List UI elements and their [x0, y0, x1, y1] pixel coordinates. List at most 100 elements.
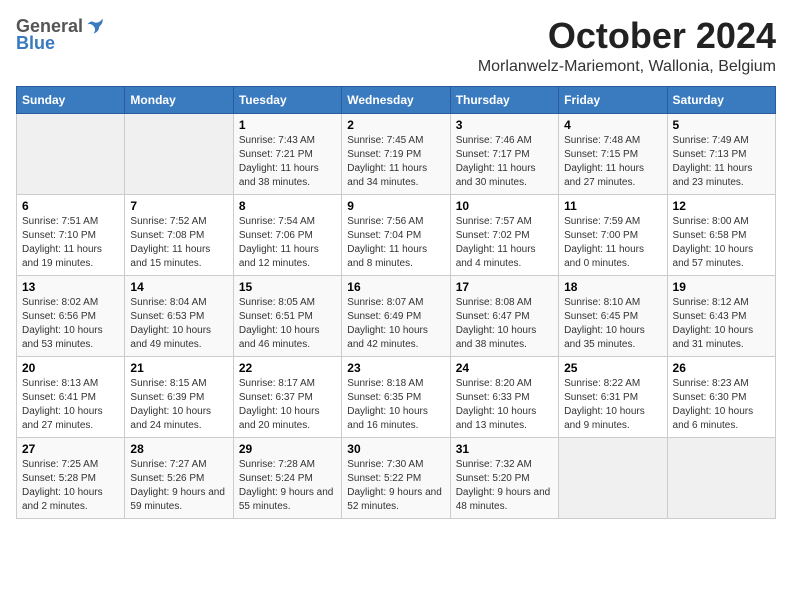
calendar-cell: 2Sunrise: 7:45 AMSunset: 7:19 PMDaylight…	[342, 113, 450, 194]
daylight-text: Daylight: 10 hours and 9 minutes.	[564, 405, 661, 433]
day-info: Sunrise: 7:52 AMSunset: 7:08 PMDaylight:…	[130, 215, 227, 271]
sunset-text: Sunset: 7:13 PM	[673, 148, 770, 162]
day-number: 8	[239, 199, 336, 213]
day-number: 25	[564, 361, 661, 375]
day-info: Sunrise: 8:12 AMSunset: 6:43 PMDaylight:…	[673, 296, 770, 352]
day-number: 19	[673, 280, 770, 294]
day-info: Sunrise: 7:48 AMSunset: 7:15 PMDaylight:…	[564, 134, 661, 190]
calendar-cell: 29Sunrise: 7:28 AMSunset: 5:24 PMDayligh…	[233, 437, 341, 518]
daylight-text: Daylight: 10 hours and 35 minutes.	[564, 324, 661, 352]
logo-bird-icon	[85, 16, 105, 36]
daylight-text: Daylight: 10 hours and 13 minutes.	[456, 405, 553, 433]
sunset-text: Sunset: 6:41 PM	[22, 391, 119, 405]
calendar-cell: 7 Sunrise: 7:52 AMSunset: 7:08 PMDaylight…	[125, 194, 233, 275]
sunset-text: Sunset: 7:10 PM	[22, 229, 119, 243]
day-number: 31	[456, 442, 553, 456]
daylight-text: Daylight: 11 hours and 23 minutes.	[673, 162, 770, 190]
weekday-header-wednesday: Wednesday	[342, 86, 450, 113]
day-info: Sunrise: 7:56 AMSunset: 7:04 PMDaylight:…	[347, 215, 444, 271]
day-info: Sunrise: 7:49 AMSunset: 7:13 PMDaylight:…	[673, 134, 770, 190]
daylight-text: Daylight: 10 hours and 2 minutes.	[22, 486, 119, 514]
calendar-cell: 14Sunrise: 8:04 AMSunset: 6:53 PMDayligh…	[125, 275, 233, 356]
calendar-cell: 10Sunrise: 7:57 AMSunset: 7:02 PMDayligh…	[450, 194, 558, 275]
day-number: 15	[239, 280, 336, 294]
daylight-text: Daylight: 10 hours and 53 minutes.	[22, 324, 119, 352]
calendar-cell: 16Sunrise: 8:07 AMSunset: 6:49 PMDayligh…	[342, 275, 450, 356]
calendar-week-2: 6Sunrise: 7:51 AMSunset: 7:10 PMDaylight…	[17, 194, 776, 275]
sunrise-text: Sunrise: 8:04 AM	[130, 296, 227, 310]
day-number: 7	[130, 199, 227, 213]
calendar-cell: 6Sunrise: 7:51 AMSunset: 7:10 PMDaylight…	[17, 194, 125, 275]
sunset-text: Sunset: 5:28 PM	[22, 472, 119, 486]
day-number: 16	[347, 280, 444, 294]
daylight-text: Daylight: 11 hours and 4 minutes.	[456, 243, 553, 271]
daylight-text: Daylight: 10 hours and 46 minutes.	[239, 324, 336, 352]
weekday-header-friday: Friday	[559, 86, 667, 113]
sunrise-text: Sunrise: 7:27 AM	[130, 458, 227, 472]
daylight-text: Daylight: 10 hours and 31 minutes.	[673, 324, 770, 352]
day-info: Sunrise: 8:22 AMSunset: 6:31 PMDaylight:…	[564, 377, 661, 433]
day-info: Sunrise: 8:15 AMSunset: 6:39 PMDaylight:…	[130, 377, 227, 433]
calendar-cell: 27Sunrise: 7:25 AMSunset: 5:28 PMDayligh…	[17, 437, 125, 518]
day-info: Sunrise: 8:10 AMSunset: 6:45 PMDaylight:…	[564, 296, 661, 352]
calendar-cell: 17 Sunrise: 8:08 AMSunset: 6:47 PMDayligh…	[450, 275, 558, 356]
sunset-text: Sunset: 6:33 PM	[456, 391, 553, 405]
day-number: 17	[456, 280, 553, 294]
day-number: 9	[347, 199, 444, 213]
sunset-text: Sunset: 6:49 PM	[347, 310, 444, 324]
sunset-text: Sunset: 7:08 PM	[130, 229, 227, 243]
day-info: Sunrise: 8:05 AMSunset: 6:51 PMDaylight:…	[239, 296, 336, 352]
calendar-cell: 9 Sunrise: 7:56 AMSunset: 7:04 PMDaylight…	[342, 194, 450, 275]
calendar-cell: 25 Sunrise: 8:22 AMSunset: 6:31 PMDayligh…	[559, 356, 667, 437]
calendar-cell: 18Sunrise: 8:10 AMSunset: 6:45 PMDayligh…	[559, 275, 667, 356]
calendar-cell: 21Sunrise: 8:15 AMSunset: 6:39 PMDayligh…	[125, 356, 233, 437]
sunrise-text: Sunrise: 7:57 AM	[456, 215, 553, 229]
sunset-text: Sunset: 7:02 PM	[456, 229, 553, 243]
sunset-text: Sunset: 6:53 PM	[130, 310, 227, 324]
sunrise-text: Sunrise: 7:28 AM	[239, 458, 336, 472]
day-info: Sunrise: 8:08 AMSunset: 6:47 PMDaylight:…	[456, 296, 553, 352]
calendar-cell: 20Sunrise: 8:13 AMSunset: 6:41 PMDayligh…	[17, 356, 125, 437]
calendar-table: SundayMondayTuesdayWednesdayThursdayFrid…	[16, 86, 776, 519]
sunrise-text: Sunrise: 8:13 AM	[22, 377, 119, 391]
calendar-cell: 4Sunrise: 7:48 AMSunset: 7:15 PMDaylight…	[559, 113, 667, 194]
sunset-text: Sunset: 6:30 PM	[673, 391, 770, 405]
calendar-cell: 26Sunrise: 8:23 AMSunset: 6:30 PMDayligh…	[667, 356, 775, 437]
sunrise-text: Sunrise: 8:20 AM	[456, 377, 553, 391]
weekday-header-saturday: Saturday	[667, 86, 775, 113]
sunrise-text: Sunrise: 7:59 AM	[564, 215, 661, 229]
sunrise-text: Sunrise: 7:45 AM	[347, 134, 444, 148]
day-number: 14	[130, 280, 227, 294]
calendar-cell	[559, 437, 667, 518]
daylight-text: Daylight: 11 hours and 12 minutes.	[239, 243, 336, 271]
daylight-text: Daylight: 10 hours and 20 minutes.	[239, 405, 336, 433]
sunrise-text: Sunrise: 8:18 AM	[347, 377, 444, 391]
day-info: Sunrise: 7:43 AMSunset: 7:21 PMDaylight:…	[239, 134, 336, 190]
daylight-text: Daylight: 11 hours and 38 minutes.	[239, 162, 336, 190]
sunrise-text: Sunrise: 7:52 AM	[130, 215, 227, 229]
day-info: Sunrise: 7:46 AMSunset: 7:17 PMDaylight:…	[456, 134, 553, 190]
sunrise-text: Sunrise: 8:15 AM	[130, 377, 227, 391]
daylight-text: Daylight: 10 hours and 6 minutes.	[673, 405, 770, 433]
day-number: 1	[239, 118, 336, 132]
daylight-text: Daylight: 9 hours and 52 minutes.	[347, 486, 444, 514]
sunrise-text: Sunrise: 8:23 AM	[673, 377, 770, 391]
daylight-text: Daylight: 10 hours and 24 minutes.	[130, 405, 227, 433]
day-number: 23	[347, 361, 444, 375]
sunrise-text: Sunrise: 8:00 AM	[673, 215, 770, 229]
daylight-text: Daylight: 10 hours and 57 minutes.	[673, 243, 770, 271]
calendar-cell: 24Sunrise: 8:20 AMSunset: 6:33 PMDayligh…	[450, 356, 558, 437]
sunset-text: Sunset: 6:56 PM	[22, 310, 119, 324]
day-number: 11	[564, 199, 661, 213]
calendar-cell: 12Sunrise: 8:00 AMSunset: 6:58 PMDayligh…	[667, 194, 775, 275]
sunset-text: Sunset: 6:37 PM	[239, 391, 336, 405]
sunset-text: Sunset: 5:26 PM	[130, 472, 227, 486]
calendar-cell	[17, 113, 125, 194]
calendar-cell: 11Sunrise: 7:59 AMSunset: 7:00 PMDayligh…	[559, 194, 667, 275]
daylight-text: Daylight: 10 hours and 16 minutes.	[347, 405, 444, 433]
day-info: Sunrise: 8:00 AMSunset: 6:58 PMDaylight:…	[673, 215, 770, 271]
sunset-text: Sunset: 5:20 PM	[456, 472, 553, 486]
weekday-header-thursday: Thursday	[450, 86, 558, 113]
sunrise-text: Sunrise: 8:10 AM	[564, 296, 661, 310]
sunset-text: Sunset: 7:21 PM	[239, 148, 336, 162]
